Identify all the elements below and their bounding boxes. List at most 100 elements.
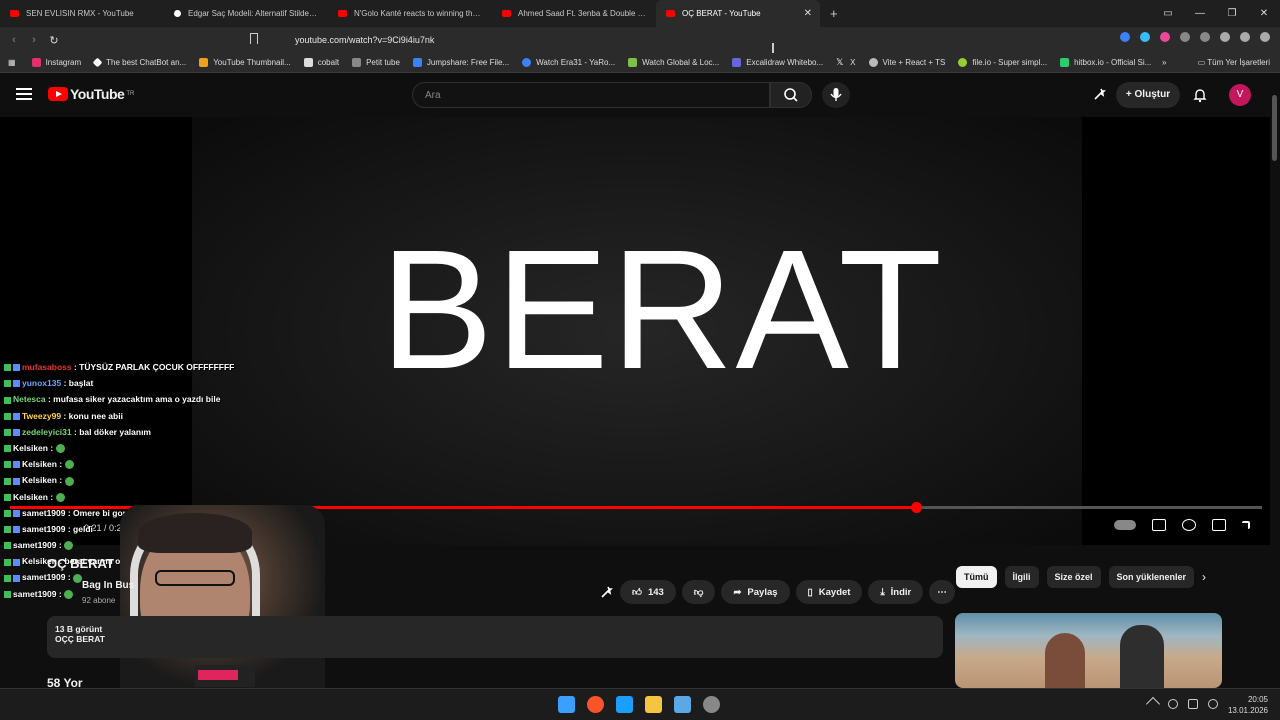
theater-mode-icon[interactable] [1212, 519, 1226, 531]
bookmark-item[interactable]: Excalidraw Whitebo... [732, 58, 823, 67]
extensions-area [1120, 32, 1270, 42]
photos-icon[interactable] [674, 696, 691, 713]
extension-icon[interactable] [1200, 32, 1210, 42]
search-input[interactable]: Ara [412, 82, 770, 108]
more-bookmarks-button[interactable]: » [1162, 58, 1166, 67]
dislike-button[interactable]: 👎︎ [681, 580, 716, 604]
bookmarks-bar: ▦ Instagram The best ChatBot an... YouTu… [0, 53, 1280, 73]
extension-icon[interactable] [1160, 32, 1170, 42]
bookmark-item[interactable]: Petit tube [352, 58, 400, 67]
forward-icon[interactable]: › [24, 34, 44, 46]
bookmark-item[interactable]: Instagram [31, 58, 81, 67]
microphone-icon[interactable] [1168, 699, 1178, 709]
bookmark-item[interactable]: 𝕏X [836, 58, 855, 68]
notifications-bell-icon[interactable] [1192, 87, 1208, 103]
chip-related[interactable]: İlgili [1004, 566, 1039, 588]
extension-icon[interactable] [1180, 32, 1190, 42]
browser-tab[interactable]: Edgar Saç Modeli: Alternatif Stilde Sa [164, 0, 328, 27]
volume-icon[interactable] [1208, 699, 1218, 709]
page-scrollbar[interactable] [1270, 95, 1280, 688]
url-field[interactable]: youtube.com/watch?v=9Ci9i4iu7nk [270, 30, 990, 50]
close-window-icon[interactable]: ✕ [1248, 8, 1280, 19]
chip-for-you[interactable]: Size özel [1046, 566, 1101, 588]
magic-wand-icon[interactable] [600, 585, 614, 599]
kick-badge-icon [4, 396, 11, 404]
chat-separator: : [56, 475, 65, 486]
back-icon[interactable]: ‹ [4, 34, 24, 46]
music-icon[interactable] [1220, 32, 1230, 42]
like-button[interactable]: 👍︎ 143 [620, 580, 676, 604]
chat-separator: : [56, 588, 65, 599]
chat-text: başlat [68, 378, 94, 389]
avatar[interactable]: V [1229, 84, 1251, 106]
player-controls [1114, 519, 1250, 531]
bookmark-item[interactable]: YouTube Thumbnail... [199, 58, 291, 67]
bookmark-page-icon[interactable] [250, 33, 258, 44]
description-box[interactable]: 13 B görünt OÇÇ BERAT [47, 616, 943, 658]
channel-name[interactable]: Bag In Bus [82, 580, 134, 591]
extension-icon[interactable] [1140, 32, 1150, 42]
bookmark-item[interactable]: Vite + React + TS [868, 58, 945, 67]
file-explorer-icon[interactable] [645, 696, 662, 713]
create-button[interactable]: + Oluştur [1116, 82, 1180, 108]
thumbnail-person [1120, 625, 1164, 688]
chip-all[interactable]: Tümü [956, 566, 997, 588]
voice-search-button[interactable] [822, 82, 850, 108]
scrollbar-thumb[interactable] [1272, 95, 1277, 161]
thumbnail-person [1045, 633, 1085, 688]
chevron-right-icon[interactable]: › [1202, 570, 1206, 584]
bookmark-item[interactable]: Watch Era31 - YaRo... [522, 58, 615, 67]
download-button[interactable]: ⤓ İndir [868, 580, 924, 604]
brave-browser-icon[interactable] [587, 696, 604, 713]
youtube-logo[interactable]: YouTube TR [48, 86, 134, 102]
bookmark-item[interactable]: Watch Global & Loc... [628, 58, 719, 67]
bookmark-item[interactable]: cobalt [303, 58, 339, 67]
clock[interactable]: 20:05 13.01.2026 [1228, 694, 1268, 716]
chat-username: Kelsiken [13, 442, 48, 453]
menu-icon[interactable] [1260, 32, 1270, 42]
shield-icon[interactable] [1240, 32, 1250, 42]
subtitles-icon[interactable] [1152, 519, 1166, 531]
autoplay-toggle[interactable] [1114, 520, 1136, 530]
chat-username: Kelsiken [22, 459, 57, 470]
kick-badge-icon [4, 493, 11, 501]
magic-wand-icon[interactable] [1093, 87, 1107, 101]
chat-username: mufasaboss [22, 362, 72, 372]
bookmark-item[interactable]: Jumpshare: Free File... [412, 58, 509, 67]
all-bookmarks-button[interactable]: ▭ Tüm Yer İşaretleri [1198, 58, 1270, 67]
fileio-icon [958, 58, 968, 67]
obs-icon[interactable] [703, 696, 720, 713]
hamburger-menu-icon[interactable] [16, 88, 32, 103]
menu-icon[interactable]: ▭ [1152, 8, 1184, 19]
browser-tab[interactable]: SEN EVLISIN RMX - YouTube [0, 0, 164, 27]
bookmark-item[interactable]: The best ChatBot an... [92, 57, 186, 68]
chip-recent[interactable]: Son yüklenenler [1108, 566, 1195, 588]
bookmark-item[interactable]: file.io - Super simpl... [958, 58, 1047, 67]
chevron-up-icon[interactable] [1145, 696, 1161, 712]
minimize-icon[interactable]: — [1184, 8, 1216, 19]
share-button[interactable]: ➦ Paylaş [721, 580, 790, 604]
search-button[interactable] [770, 82, 812, 108]
settings-gear-icon[interactable] [1182, 519, 1196, 531]
save-button[interactable]: ▯ Kaydet [795, 580, 863, 604]
windows-start-icon[interactable] [558, 696, 575, 713]
monitor-icon[interactable] [1188, 699, 1198, 709]
new-tab-button[interactable]: + [830, 6, 838, 21]
chat-message: Netesca : mufasa siker yazacaktım ama o … [4, 394, 304, 410]
subscriber-badge-icon [13, 380, 20, 388]
bookmark-item[interactable]: hitbox.io - Official Si... [1060, 58, 1151, 67]
close-tab-icon[interactable]: ✕ [804, 8, 812, 19]
kick-badge-icon [4, 542, 11, 550]
recommended-video-thumbnail[interactable] [955, 613, 1222, 688]
apps-icon[interactable]: ▦ [8, 58, 16, 67]
browser-tab[interactable]: Ahmed Saad Ft. 3enba & Double Zuk [492, 0, 656, 27]
more-actions-button[interactable]: ⋯ [929, 580, 955, 604]
reload-icon[interactable]: ↻ [44, 34, 64, 47]
browser-tab[interactable]: N'Golo Kanté reacts to winning the L [328, 0, 492, 27]
maximize-icon[interactable]: ❐ [1216, 8, 1248, 19]
steam-icon[interactable] [616, 696, 633, 713]
browser-tab-active[interactable]: OÇ BERAT - YouTube ✕ [656, 0, 820, 27]
extension-icon[interactable] [1120, 32, 1130, 42]
fullscreen-icon[interactable] [1242, 521, 1250, 529]
subscriber-badge-icon [13, 477, 20, 485]
